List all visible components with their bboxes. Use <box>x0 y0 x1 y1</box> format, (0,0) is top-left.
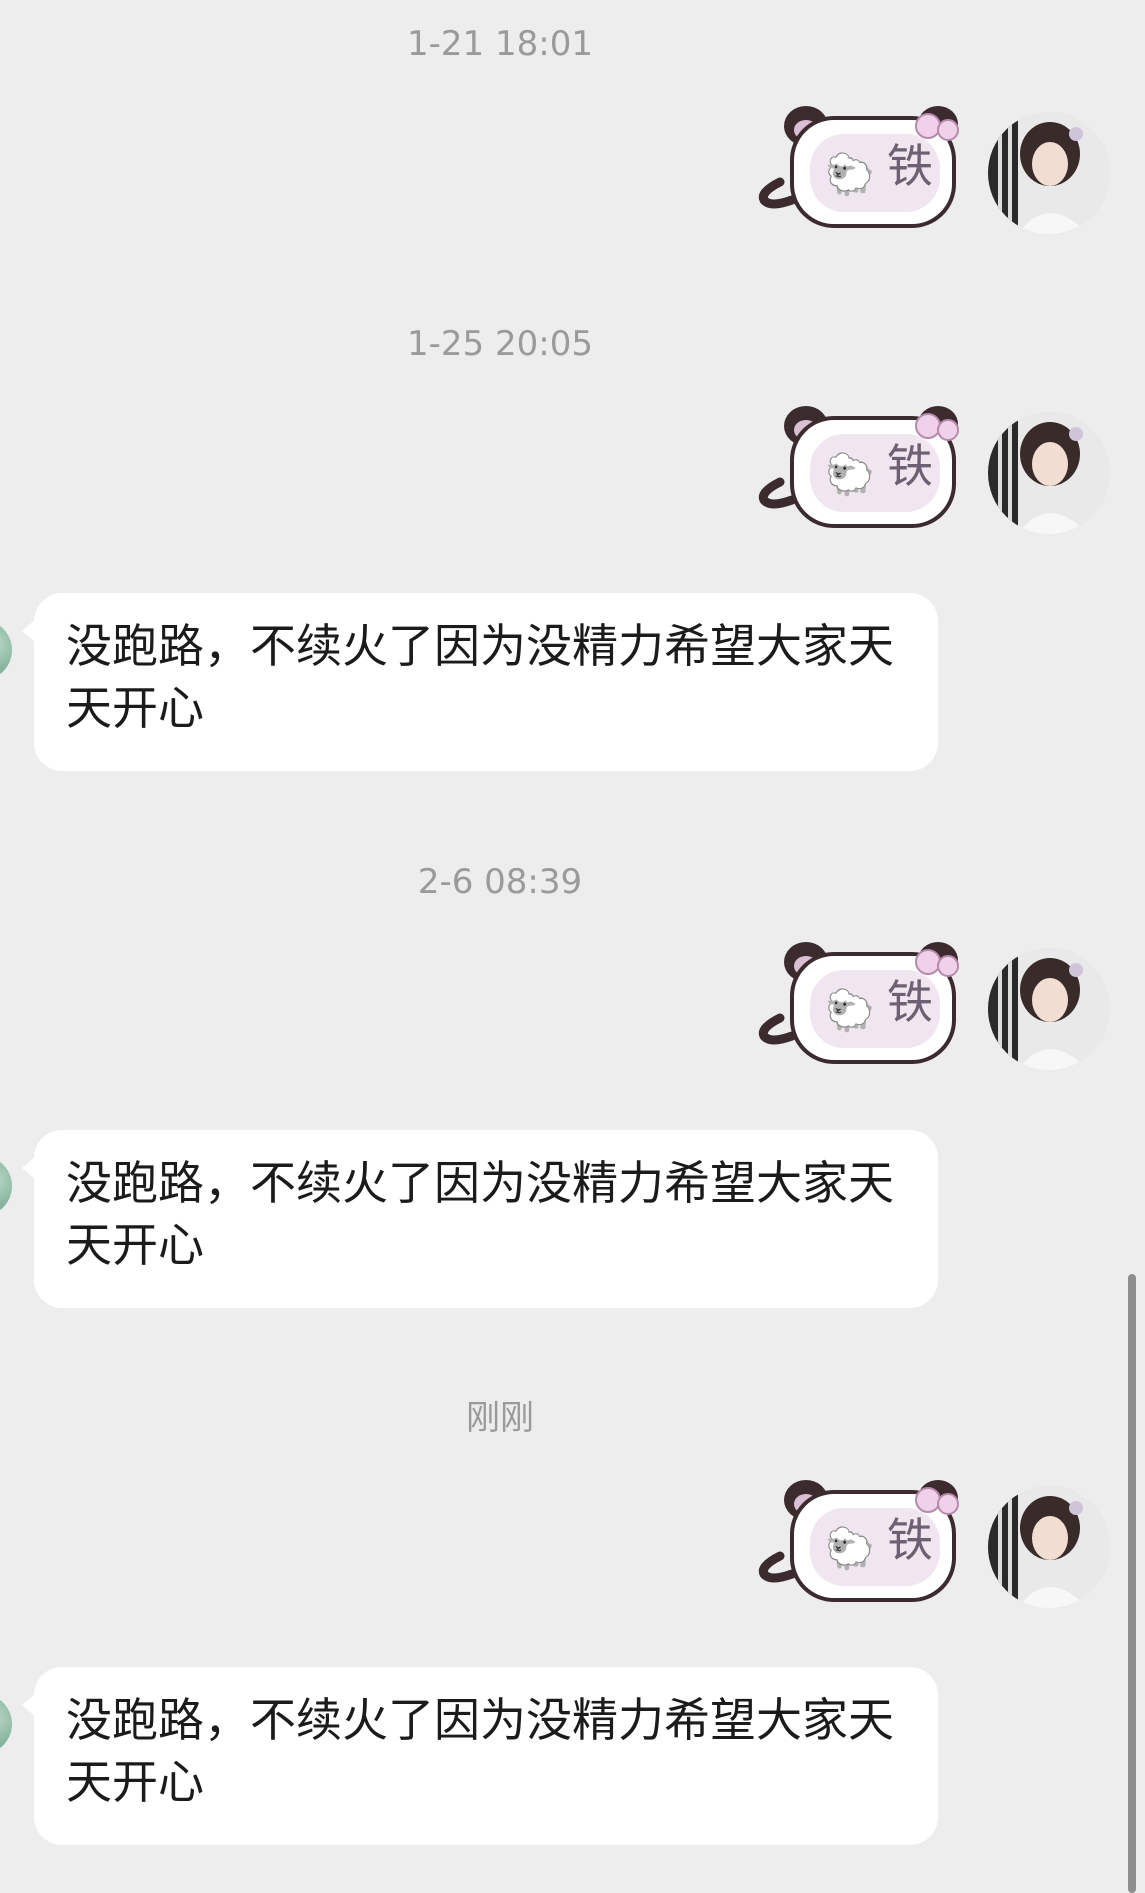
user-avatar[interactable] <box>988 112 1110 234</box>
sticker-graphic: 🐑 铁 <box>758 406 959 528</box>
timestamp: 1-25 20:05 <box>407 324 593 364</box>
timestamp: 1-21 18:01 <box>407 24 593 64</box>
scrollbar[interactable] <box>1128 1274 1136 1893</box>
user-avatar[interactable] <box>988 1486 1110 1608</box>
sticker-graphic: 🐑 铁 <box>758 1480 959 1602</box>
avatar-portrait-icon <box>988 112 1110 234</box>
sticker-char: 铁 <box>887 975 933 1029</box>
sheep-emoji: 🐑 <box>825 1524 875 1572</box>
timestamp: 2-6 08:39 <box>417 862 583 902</box>
message-text: 没跑路，不续火了因为没精力希望大家天天开心 <box>66 1156 894 1272</box>
user-avatar[interactable] <box>988 412 1110 534</box>
contact-avatar[interactable] <box>0 620 12 680</box>
sheep-emoji: 🐑 <box>825 986 875 1034</box>
sheep-tie-sticker[interactable]: 🐑 铁 <box>752 400 962 535</box>
sheep-emoji: 🐑 <box>825 450 875 498</box>
sticker-char: 铁 <box>887 139 933 193</box>
contact-avatar[interactable] <box>0 1694 12 1754</box>
received-message-bubble[interactable]: 没跑路，不续火了因为没精力希望大家天天开心 <box>22 1130 938 1308</box>
timestamp: 刚刚 <box>466 1398 534 1438</box>
sticker-char: 铁 <box>887 439 933 493</box>
contact-avatar[interactable] <box>0 1156 12 1216</box>
sticker-graphic: 🐑 铁 <box>758 106 959 228</box>
user-avatar[interactable] <box>988 948 1110 1070</box>
sheep-tie-sticker[interactable]: 🐑 铁 <box>752 100 962 235</box>
received-message-bubble[interactable]: 没跑路，不续火了因为没精力希望大家天天开心 <box>22 1667 938 1845</box>
sticker-char: 铁 <box>887 1513 933 1567</box>
avatar-portrait-icon <box>988 1486 1110 1608</box>
avatar-portrait-icon <box>988 948 1110 1070</box>
avatar-portrait-icon <box>988 412 1110 534</box>
sheep-tie-sticker[interactable]: 🐑 铁 <box>752 936 962 1071</box>
received-message-bubble[interactable]: 没跑路，不续火了因为没精力希望大家天天开心 <box>22 593 938 771</box>
message-text: 没跑路，不续火了因为没精力希望大家天天开心 <box>66 619 894 735</box>
sheep-tie-sticker[interactable]: 🐑 铁 <box>752 1474 962 1609</box>
message-text: 没跑路，不续火了因为没精力希望大家天天开心 <box>66 1693 894 1809</box>
sticker-graphic: 🐑 铁 <box>758 942 959 1064</box>
sheep-emoji: 🐑 <box>825 150 875 198</box>
